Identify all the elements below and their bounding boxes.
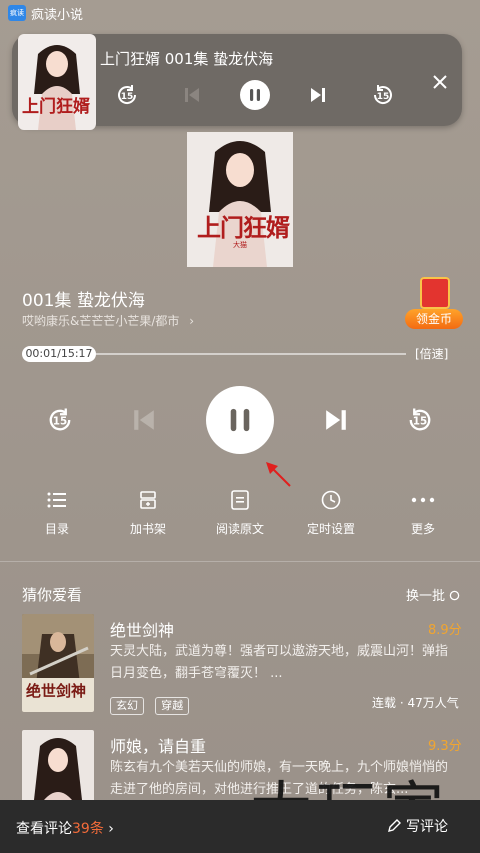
forward-label: 15	[413, 416, 427, 428]
mini-forward-label: 15	[377, 92, 390, 102]
mini-pause-button[interactable]	[240, 80, 270, 110]
read-icon	[231, 490, 249, 510]
refresh-icon	[449, 590, 460, 601]
book-cover-title: 绝世剑神	[26, 682, 87, 700]
action-catalog[interactable]: 目录	[17, 490, 97, 537]
mini-cover-title: 上门狂婿	[22, 97, 90, 117]
close-icon	[433, 75, 447, 89]
book-tags: 玄幻 穿越	[110, 694, 195, 715]
view-comments-button[interactable]: 查看评论39条 ›	[16, 818, 114, 838]
forward-15-icon: 15	[409, 408, 431, 431]
app-name: 疯读小说	[31, 8, 84, 23]
bookshelf-icon	[140, 491, 156, 509]
book-cover: 上门狂婿 大猫	[187, 132, 293, 267]
skip-next-icon	[311, 88, 325, 102]
mini-player-cover[interactable]: 上门狂婿	[18, 34, 96, 130]
rewind-15-icon: 15	[118, 85, 137, 104]
action-timer[interactable]: 定时设置	[291, 490, 371, 537]
action-add-bookshelf[interactable]: 加书架	[108, 490, 188, 537]
cover-author-tag: 大猫	[233, 241, 247, 249]
mini-close-button[interactable]	[430, 72, 450, 92]
previous-button[interactable]	[128, 404, 160, 436]
action-more[interactable]: 更多	[383, 490, 463, 537]
chevron-right-icon: ›	[108, 821, 114, 837]
skip-next-icon	[326, 410, 346, 430]
action-label: 阅读原文	[215, 522, 264, 536]
episode-author-category: 哎哟康乐&芒芒芒小芒果/都市	[22, 314, 180, 328]
mini-player-title: 上门狂婿 001集 蛰龙伏海	[100, 50, 274, 68]
pause-button[interactable]	[206, 386, 274, 454]
bottom-bar: 查看评论39条 › 写评论	[0, 800, 480, 853]
forward-15-icon: 15	[373, 85, 392, 104]
pen-icon	[388, 819, 401, 832]
refresh-label: 换一批	[406, 589, 446, 604]
chevron-right-icon: ›	[189, 314, 195, 328]
action-label: 加书架	[129, 522, 166, 536]
mini-rewind-15-button[interactable]: 15	[114, 82, 140, 108]
book-status: 连载 · 47万人气	[372, 696, 459, 710]
mini-player[interactable]: 上门狂婿 上门狂婿 001集 蛰龙伏海 15 15	[12, 34, 462, 130]
write-comment-label: 写评论	[406, 819, 448, 835]
refresh-button[interactable]: 换一批	[406, 585, 460, 604]
progress-time-handle[interactable]: 00:01/15:17	[22, 346, 96, 362]
action-label: 目录	[44, 522, 69, 536]
arrow-annotation-icon	[266, 462, 291, 487]
skip-previous-icon	[185, 88, 199, 102]
rewind-15-icon: 15	[49, 408, 71, 431]
comments-count: 39条	[72, 821, 104, 837]
rewind-label: 15	[53, 416, 67, 428]
timer-icon	[321, 490, 341, 510]
red-envelope-icon	[420, 277, 450, 309]
gold-coin-reward[interactable]: 领金币	[402, 275, 466, 335]
mini-prev-button[interactable]	[180, 82, 204, 108]
app-badge-icon: 疯读	[8, 5, 26, 21]
cover-title: 上门狂婿	[197, 213, 290, 242]
book-cover[interactable]: 绝世剑神	[22, 614, 94, 712]
book-title[interactable]: 绝世剑神	[110, 617, 174, 641]
write-comment-button[interactable]: 写评论	[386, 816, 448, 836]
book-score: 9.3分	[428, 739, 462, 754]
book-tag: 玄幻	[110, 697, 144, 715]
action-label: 定时设置	[306, 522, 355, 536]
recommend-title: 猜你爱看	[22, 586, 83, 604]
list-icon	[47, 492, 66, 508]
book-title[interactable]: 师娘，请自重	[110, 733, 206, 757]
episode-subtitle[interactable]: 哎哟康乐&芒芒芒小芒果/都市 ›	[22, 312, 194, 329]
comments-label: 查看评论	[16, 821, 72, 837]
action-label: 更多	[410, 522, 435, 536]
book-description: 天灵大陆，武道为尊！强者可以遨游天地，威震山河！弹指日月变色，翻手苍穹覆灭！ .…	[110, 644, 449, 681]
section-divider	[0, 561, 480, 562]
action-read-original[interactable]: 阅读原文	[200, 490, 280, 537]
mini-rewind-label: 15	[121, 92, 134, 102]
book-tag: 穿越	[155, 697, 190, 715]
progress-bar[interactable]	[96, 353, 406, 355]
status-bar: 疯读 疯读小说	[0, 0, 480, 26]
rewind-15-button[interactable]: 15	[44, 404, 76, 436]
book-score: 8.9分	[428, 623, 462, 638]
skip-previous-icon	[134, 410, 154, 430]
book-card[interactable]: 绝世剑神	[22, 614, 94, 712]
pause-icon	[230, 408, 250, 432]
speed-button[interactable]: [倍速]	[415, 345, 448, 362]
mini-forward-15-button[interactable]: 15	[370, 82, 396, 108]
pause-icon	[250, 89, 260, 101]
forward-15-button[interactable]: 15	[404, 404, 436, 436]
more-icon	[411, 497, 435, 503]
episode-title: 001集 蛰龙伏海	[22, 291, 145, 311]
mini-next-button[interactable]	[306, 82, 330, 108]
next-button[interactable]	[320, 404, 352, 436]
gold-coin-label: 领金币	[405, 309, 463, 329]
